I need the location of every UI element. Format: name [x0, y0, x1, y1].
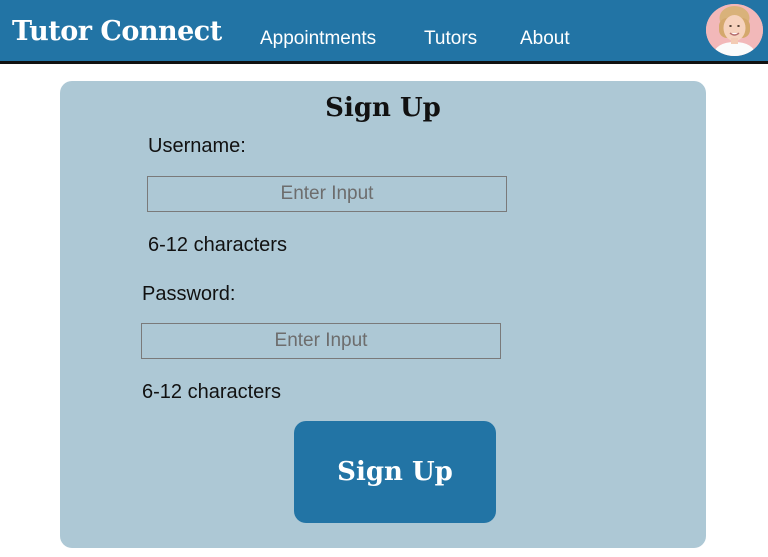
top-navbar: Tutor Connect Appointments Tutors About	[0, 0, 768, 64]
username-label: Username:	[148, 135, 246, 157]
password-input[interactable]	[141, 323, 501, 359]
nav-link-tutors[interactable]: Tutors	[424, 29, 477, 48]
sign-up-button[interactable]: Sign Up	[294, 421, 496, 523]
page-title: Sign Up	[325, 93, 441, 123]
username-input[interactable]	[147, 176, 507, 212]
password-label: Password:	[142, 283, 236, 305]
password-hint: 6-12 characters	[142, 381, 281, 403]
signup-card: Sign Up Username: 6-12 characters Passwo…	[60, 81, 706, 548]
username-hint: 6-12 characters	[148, 234, 287, 256]
avatar[interactable]	[706, 4, 763, 56]
brand-logo-text[interactable]: Tutor Connect	[12, 18, 222, 45]
nav-link-about[interactable]: About	[520, 29, 570, 48]
user-avatar-icon	[706, 4, 763, 56]
nav-link-appointments[interactable]: Appointments	[260, 29, 376, 48]
